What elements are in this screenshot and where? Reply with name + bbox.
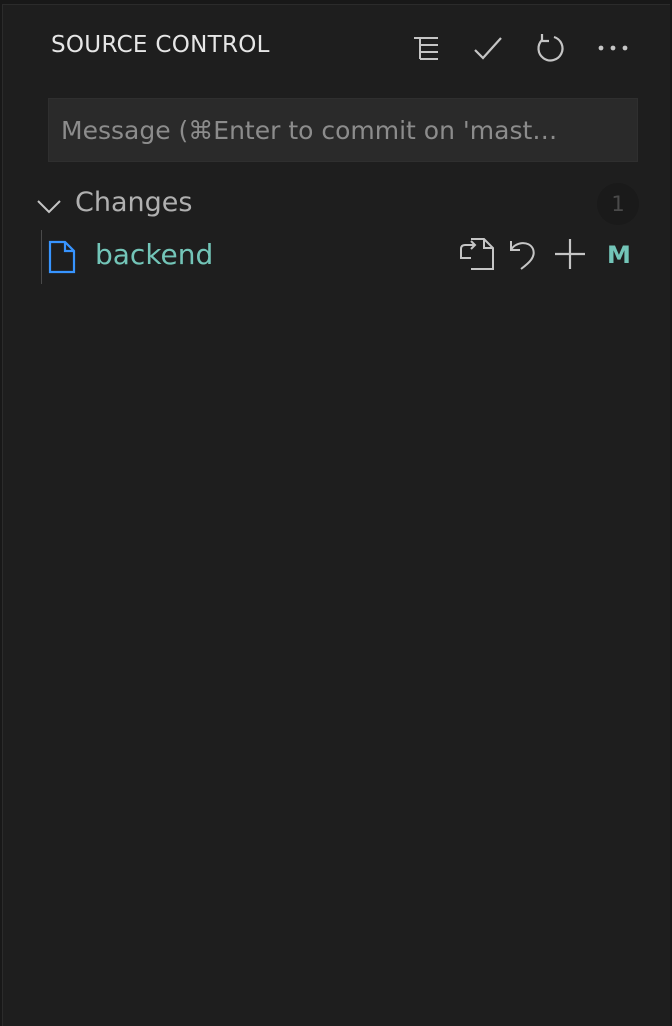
stage-changes-button[interactable] xyxy=(550,236,590,276)
refresh-icon xyxy=(534,32,566,64)
discard-changes-icon xyxy=(507,237,539,275)
more-actions-icon xyxy=(597,43,629,53)
plus-icon xyxy=(553,237,587,275)
tree-view-button[interactable] xyxy=(406,28,446,68)
file-status-badge: M xyxy=(607,241,631,269)
panel-header: SOURCE CONTROL xyxy=(3,4,670,90)
more-actions-button[interactable] xyxy=(593,28,633,68)
changes-group-header[interactable]: Changes 1 xyxy=(3,180,670,230)
commit-message-box xyxy=(48,98,638,162)
changed-file-row[interactable]: backend M xyxy=(3,230,670,284)
changes-count-badge: 1 xyxy=(597,183,639,225)
source-control-panel: SOURCE CONTROL Message (⌘Enter to commit… xyxy=(2,4,670,1026)
commit-message-input[interactable] xyxy=(61,99,637,161)
refresh-button[interactable] xyxy=(530,28,570,68)
changes-group-label: Changes xyxy=(75,187,193,218)
file-name: backend xyxy=(95,238,214,271)
commit-button[interactable] xyxy=(468,28,508,68)
chevron-down-icon[interactable] xyxy=(35,192,63,224)
open-file-button[interactable] xyxy=(457,236,497,276)
discard-changes-button[interactable] xyxy=(503,236,543,276)
file-icon xyxy=(47,240,77,278)
panel-title: SOURCE CONTROL xyxy=(51,32,270,58)
tree-view-icon xyxy=(411,33,441,63)
check-icon xyxy=(472,32,504,64)
open-file-icon xyxy=(458,236,496,276)
indent-guide xyxy=(41,230,42,284)
